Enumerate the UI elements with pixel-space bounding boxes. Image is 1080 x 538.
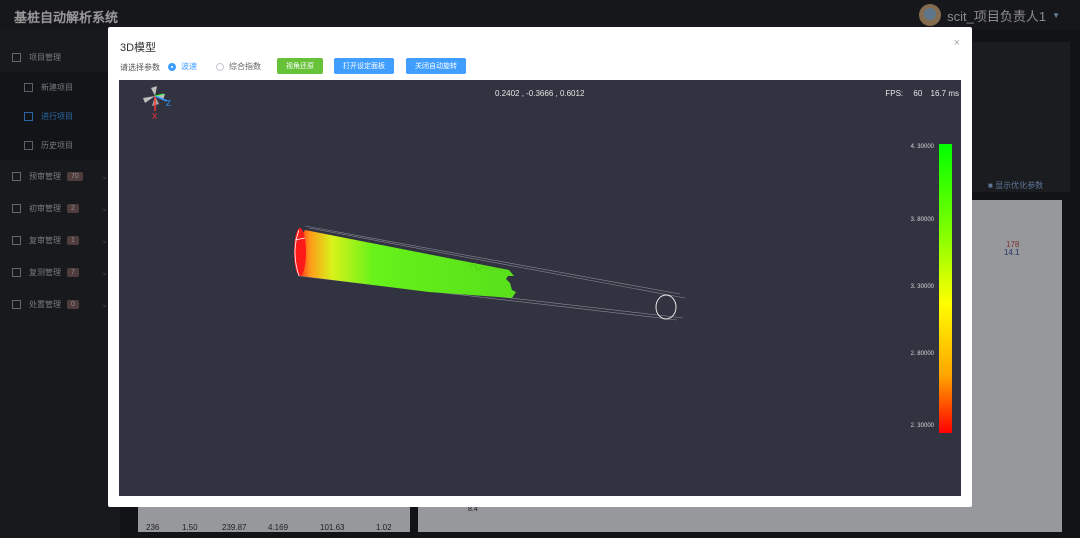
radio-label[interactable]: 综合指数	[229, 61, 261, 72]
axis-z-label: Z	[166, 99, 171, 108]
axes-gizmo-icon: X Z	[143, 86, 171, 121]
radio-wave-speed[interactable]: 波速	[168, 61, 197, 72]
param-label: 请选择参数	[120, 63, 160, 72]
colorbar-tick-label: 3. 30000	[910, 284, 934, 290]
colorbar-tick-label: 3. 80000	[910, 217, 934, 223]
fps-readout: FPS: 60 16.7 ms	[885, 89, 959, 98]
colorbar	[939, 144, 952, 433]
frame-time: 16.7 ms	[930, 89, 959, 98]
fps-label: FPS:	[885, 89, 904, 98]
radio-label[interactable]: 波速	[181, 61, 197, 72]
3d-viewer[interactable]: X Z 0.2402 , -0.3666 , 0.6012 FPS: 60 16…	[119, 80, 961, 496]
colorbar-tick-label: 4. 30000	[910, 144, 934, 150]
pile-model	[294, 228, 516, 298]
colorbar-tick-label: 2. 80000	[910, 351, 934, 357]
radio-composite-index[interactable]: 综合指数	[216, 61, 261, 72]
reset-view-button[interactable]: 视角还原	[277, 58, 323, 74]
axis-x-label: X	[152, 112, 158, 121]
radio-checked-icon[interactable]	[168, 62, 176, 71]
radio-unchecked-icon[interactable]	[216, 62, 224, 71]
dialog-title: 3D模型	[120, 42, 157, 54]
3d-model-dialog: 3D模型 × 请选择参数 波速 综合指数 视角还原 打开设定面板 关闭自动旋转	[108, 27, 972, 507]
colorbar-tick-label: 2. 30000	[910, 423, 934, 429]
stop-auto-rotate-button[interactable]: 关闭自动旋转	[406, 58, 466, 74]
close-icon[interactable]: ×	[954, 37, 960, 49]
fps-value: 60	[913, 89, 923, 98]
open-settings-button[interactable]: 打开设定面板	[334, 58, 394, 74]
camera-coordinates: 0.2402 , -0.3666 , 0.6012	[495, 89, 585, 98]
3d-scene[interactable]: X Z	[119, 80, 961, 496]
